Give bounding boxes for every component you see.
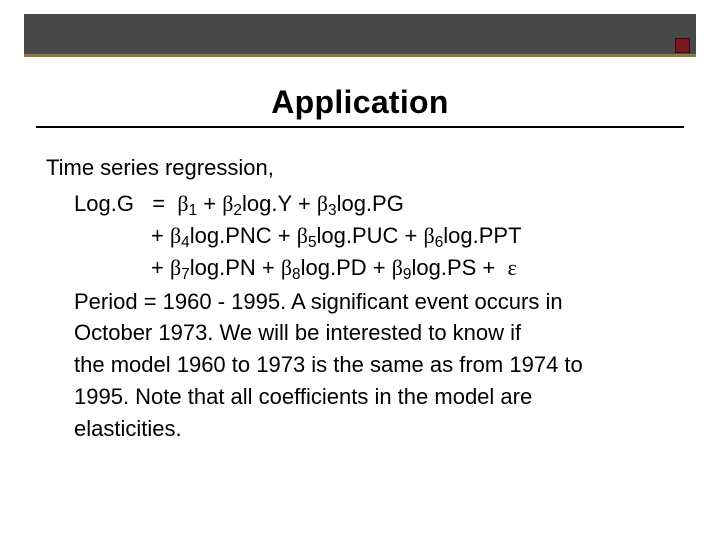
body-line-1: October 1973. We will be interested to k… [74,317,674,349]
beta-icon: β [317,191,328,216]
term-logY: log.Y + [242,191,317,216]
coef-6: 6 [435,234,444,251]
term-logPG: log.PG [337,191,404,216]
equation-block: Log.G = β1 + β2log.Y + β3log.PG + β4log.… [74,188,674,284]
coef-1: 1 [189,202,198,219]
coef-3: 3 [328,202,337,219]
equation-line-1: Log.G = β1 + β2log.Y + β3log.PG [74,188,674,220]
equation-line-3: + β7log.PN + β8log.PD + β9log.PS + ε [74,252,674,284]
beta-icon: β [281,255,292,280]
slide: Application Time series regression, Log.… [0,0,720,540]
body-line-2: the model 1960 to 1973 is the same as fr… [74,349,674,381]
corner-square-icon [675,38,690,53]
epsilon-icon: ε [508,255,517,280]
slide-title: Application [0,84,720,121]
plus-prefix: + [151,223,170,248]
period-line: Period = 1960 - 1995. A significant even… [74,286,674,318]
beta-icon: β [222,191,233,216]
coef-8: 8 [292,266,301,283]
lead-line: Time series regression, [46,152,674,184]
eq-lhs: Log.G [74,191,134,216]
beta-icon: β [424,223,435,248]
term-logPD: log.PD + [301,255,392,280]
beta-icon: β [170,255,181,280]
term-logPN: log.PN + [190,255,281,280]
term-logPUC: log.PUC + [317,223,424,248]
body-line-3: 1995. Note that all coefficients in the … [74,381,674,413]
period-range: Period = 1960 - 1995. [74,289,286,314]
coef-5: 5 [308,234,317,251]
coef-4: 4 [181,234,190,251]
beta-icon: β [177,191,188,216]
plus-prefix: + [151,255,170,280]
body-line-4: elasticities. [74,413,674,445]
term-logPS: log.PS + [411,255,501,280]
eq-equals: = [152,191,165,216]
beta-icon: β [297,223,308,248]
equation-line-2: + β4log.PNC + β5log.PUC + β6log.PPT [74,220,674,252]
coef-2: 2 [233,202,242,219]
term-logPPT: log.PPT [443,223,521,248]
header-band [24,14,696,57]
title-underline [36,126,684,128]
coef-7: 7 [181,266,190,283]
body-text: Time series regression, Log.G = β1 + β2l… [46,152,674,445]
term-logPNC: log.PNC + [190,223,297,248]
beta-icon: β [170,223,181,248]
period-tail: A significant event occurs in [286,289,562,314]
beta-icon: β [392,255,403,280]
